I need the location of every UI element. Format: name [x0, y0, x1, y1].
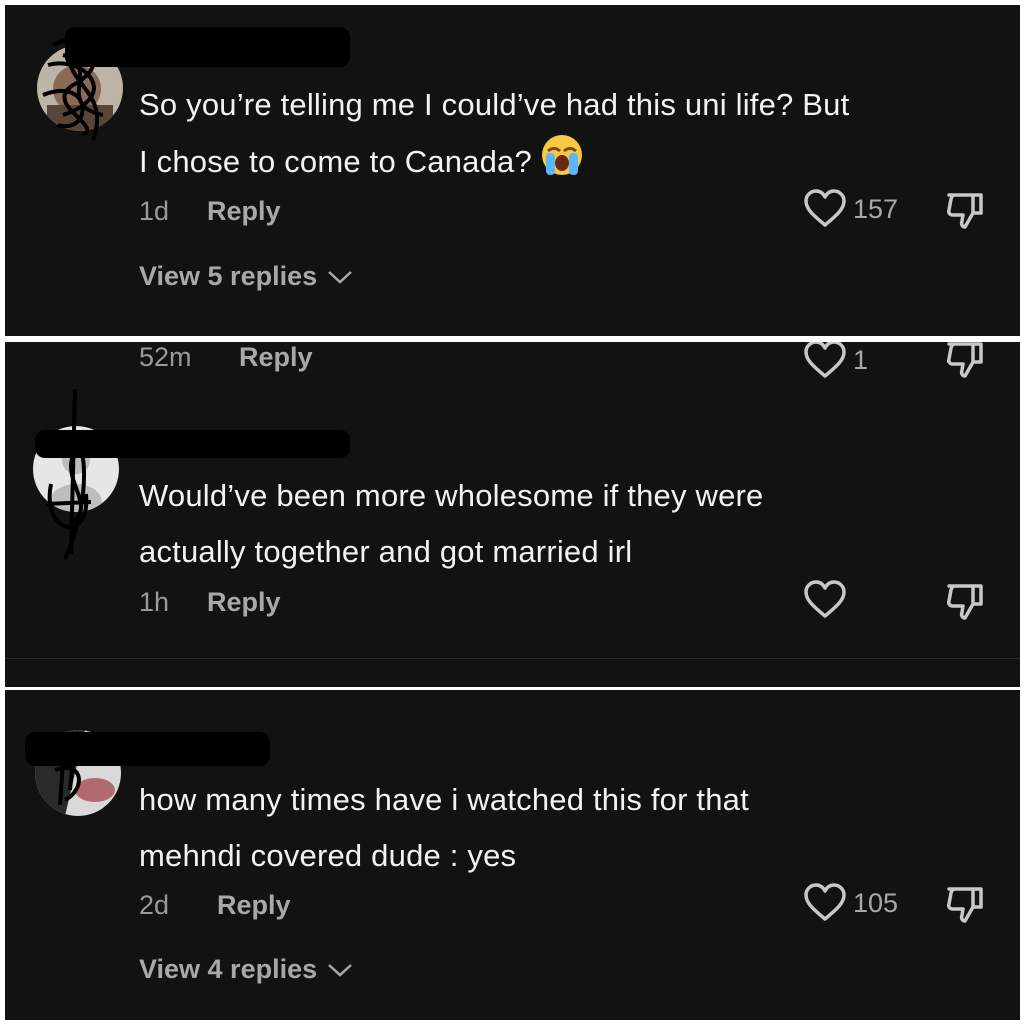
like-count: 157: [853, 193, 899, 224]
heart-outline-icon: [804, 342, 846, 378]
comment-meta: 1h Reply: [139, 587, 281, 618]
like-button[interactable]: 1: [803, 342, 868, 380]
view-replies-button[interactable]: View 5 replies: [139, 261, 353, 292]
timestamp: 1d: [139, 196, 170, 226]
reply-button[interactable]: Reply: [207, 587, 281, 617]
reply-button[interactable]: Reply: [239, 342, 313, 372]
thumbs-down-icon: [947, 193, 983, 229]
comment-meta: 52m Reply: [139, 342, 313, 373]
comment-meta: 2d Reply: [139, 890, 291, 921]
like-button[interactable]: [803, 580, 847, 620]
thumbs-down-icon: [947, 584, 983, 620]
view-replies-label: View 5 replies: [139, 261, 318, 291]
reply-button[interactable]: Reply: [217, 890, 291, 920]
dislike-button[interactable]: [945, 582, 985, 627]
panel-footer-strip: [5, 658, 1020, 687]
username-redaction: [25, 732, 270, 766]
thumbs-down-icon: [947, 342, 983, 378]
thumbs-down-icon: [947, 887, 983, 923]
comment-panel-1: So you’re telling me I could’ve had this…: [5, 5, 1020, 336]
username-redaction: [35, 430, 350, 458]
username-redaction: [65, 27, 350, 67]
view-replies-label: View 4 replies: [139, 954, 318, 984]
view-replies-button[interactable]: View 4 replies: [139, 954, 353, 985]
chevron-down-icon: [328, 270, 352, 284]
heart-outline-icon: [804, 580, 846, 618]
like-button[interactable]: 157: [803, 189, 898, 229]
comment-panel-2: 52m Reply 1 Would’ve been more wholesome …: [5, 342, 1020, 658]
chevron-down-icon: [328, 963, 352, 977]
like-button[interactable]: 105: [803, 883, 898, 923]
timestamp: 1h: [139, 587, 170, 617]
dislike-button[interactable]: [945, 885, 985, 930]
heart-outline-icon: [804, 883, 846, 921]
timestamp: 52m: [139, 342, 192, 372]
comment-text: So you’re telling me I could’ve had this…: [139, 77, 999, 195]
comment-panel-3: how many times have i watched this for t…: [5, 690, 1020, 1020]
loudly-crying-face-icon: [540, 133, 584, 195]
timestamp: 2d: [139, 890, 170, 920]
reply-button[interactable]: Reply: [207, 196, 281, 226]
dislike-button[interactable]: [945, 191, 985, 236]
comment-text: Would’ve been more wholesome if they wer…: [139, 478, 764, 569]
dislike-button[interactable]: [945, 342, 985, 385]
heart-outline-icon: [804, 189, 846, 227]
comment-meta: 1d Reply: [139, 196, 281, 227]
like-count: 1: [853, 344, 869, 375]
like-count: 105: [853, 887, 899, 918]
comment-text: how many times have i watched this for t…: [139, 782, 749, 873]
